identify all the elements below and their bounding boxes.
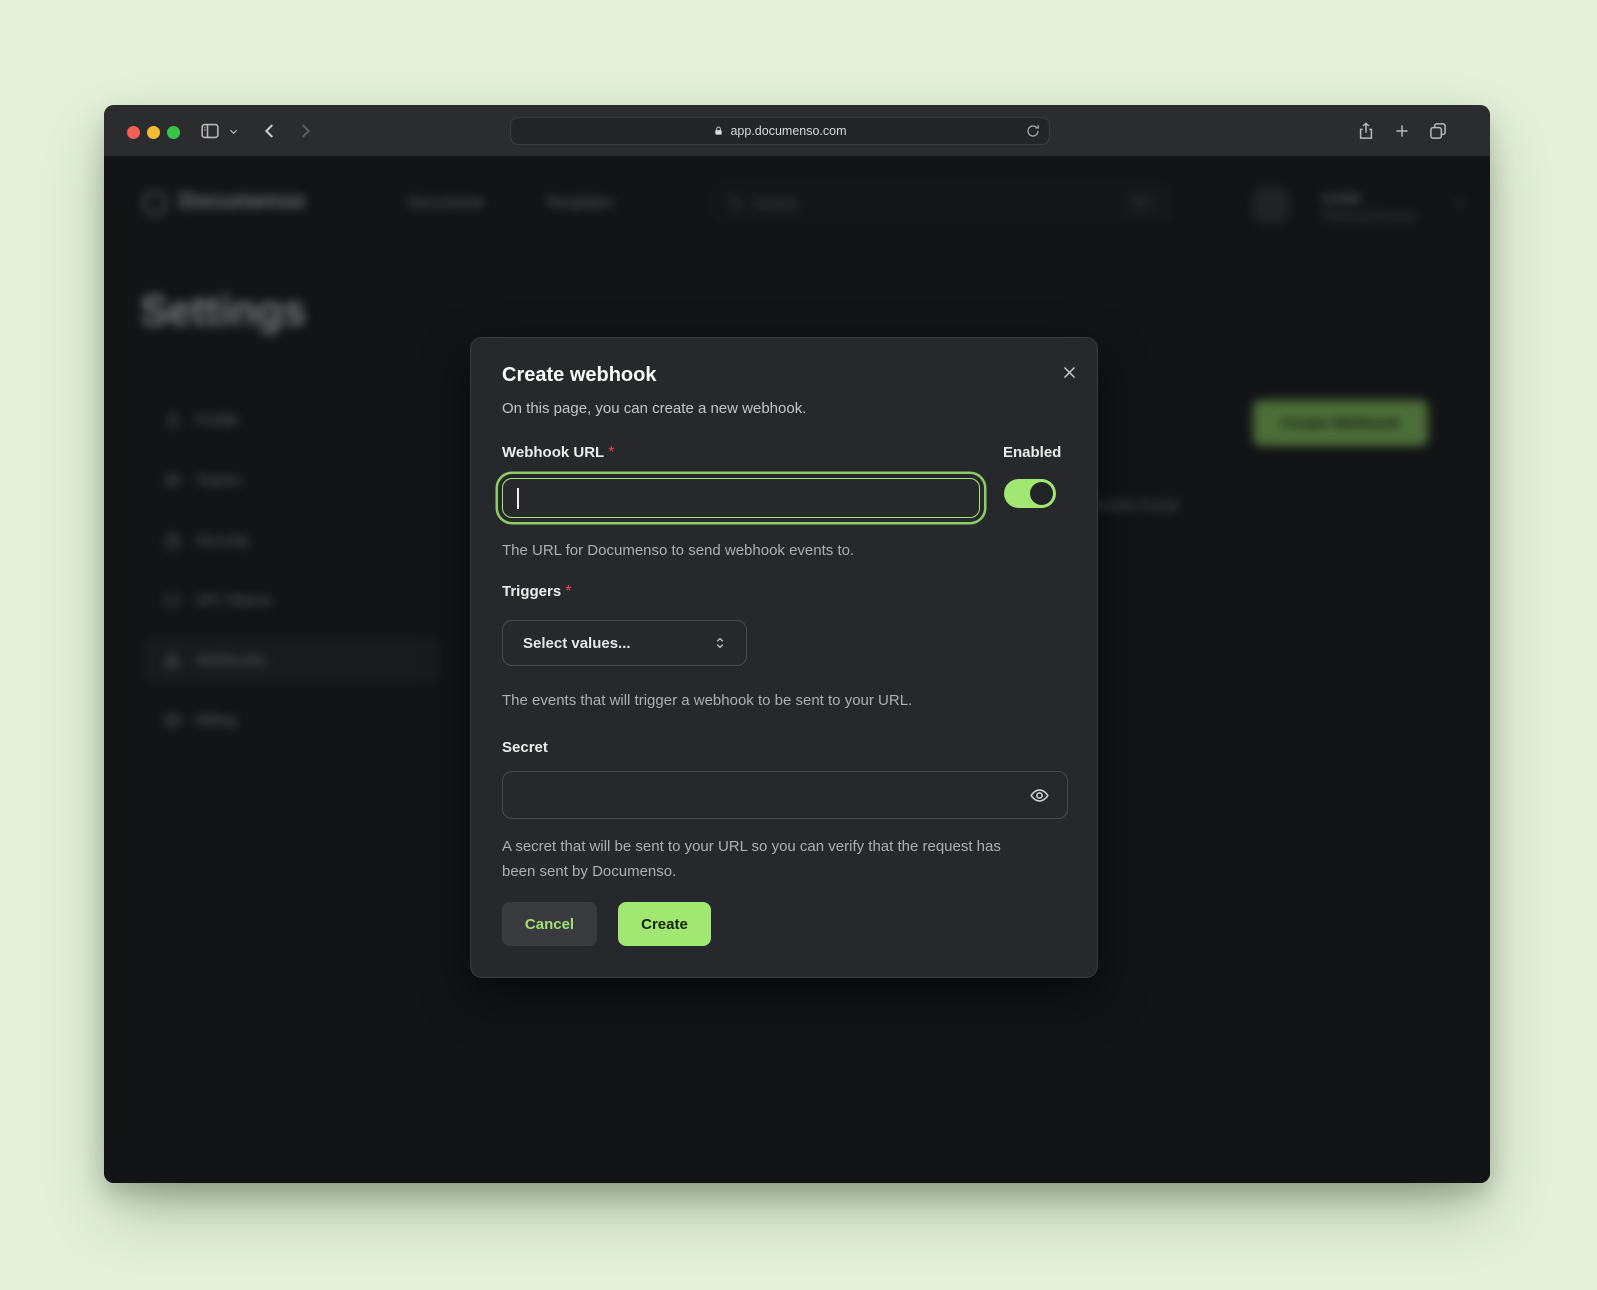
webhook-url-label: Webhook URL* bbox=[502, 444, 614, 462]
zoom-window-button[interactable] bbox=[167, 126, 180, 139]
close-icon[interactable] bbox=[1057, 360, 1081, 384]
browser-toolbar: app.documenso.com bbox=[104, 105, 1490, 157]
new-tab-icon[interactable] bbox=[1393, 122, 1411, 140]
webhook-url-input[interactable] bbox=[502, 478, 980, 518]
browser-window: app.documenso.com bbox=[104, 105, 1490, 1183]
create-webhook-modal: Create webhook On this page, you can cre… bbox=[470, 337, 1098, 978]
enabled-toggle[interactable] bbox=[1004, 479, 1056, 508]
toggle-knob bbox=[1030, 482, 1053, 505]
secret-input[interactable] bbox=[502, 771, 1068, 819]
triggers-select[interactable]: Select values... bbox=[502, 620, 747, 666]
create-button[interactable]: Create bbox=[618, 902, 711, 946]
sidebar-toggle-icon[interactable] bbox=[199, 120, 221, 142]
share-icon[interactable] bbox=[1356, 121, 1376, 141]
reload-icon[interactable] bbox=[1025, 123, 1041, 142]
toolbar-chevron-down-icon[interactable] bbox=[228, 126, 239, 137]
address-bar[interactable]: app.documenso.com bbox=[510, 117, 1050, 145]
eye-icon[interactable] bbox=[1026, 783, 1052, 807]
cancel-button[interactable]: Cancel bbox=[502, 902, 597, 946]
tabs-icon[interactable] bbox=[1428, 121, 1448, 141]
text-caret bbox=[517, 488, 519, 509]
back-icon[interactable] bbox=[259, 120, 281, 142]
required-asterisk: * bbox=[565, 583, 571, 600]
webhook-url-helper: The URL for Documenso to send webhook ev… bbox=[502, 542, 854, 559]
lock-icon bbox=[713, 125, 724, 137]
triggers-helper: The events that will trigger a webhook t… bbox=[502, 692, 912, 709]
secret-label: Secret bbox=[502, 739, 548, 756]
select-chevrons-icon bbox=[712, 635, 728, 651]
triggers-select-value: Select values... bbox=[523, 635, 631, 652]
address-text: app.documenso.com bbox=[730, 124, 846, 138]
close-window-button[interactable] bbox=[127, 126, 140, 139]
enabled-label: Enabled bbox=[1003, 444, 1061, 461]
secret-helper: A secret that will be sent to your URL s… bbox=[502, 834, 1022, 884]
required-asterisk: * bbox=[608, 444, 614, 461]
modal-title: Create webhook bbox=[502, 364, 656, 387]
triggers-label: Triggers* bbox=[502, 583, 571, 601]
forward-icon[interactable] bbox=[294, 120, 316, 142]
minimize-window-button[interactable] bbox=[147, 126, 160, 139]
modal-description: On this page, you can create a new webho… bbox=[502, 400, 806, 417]
